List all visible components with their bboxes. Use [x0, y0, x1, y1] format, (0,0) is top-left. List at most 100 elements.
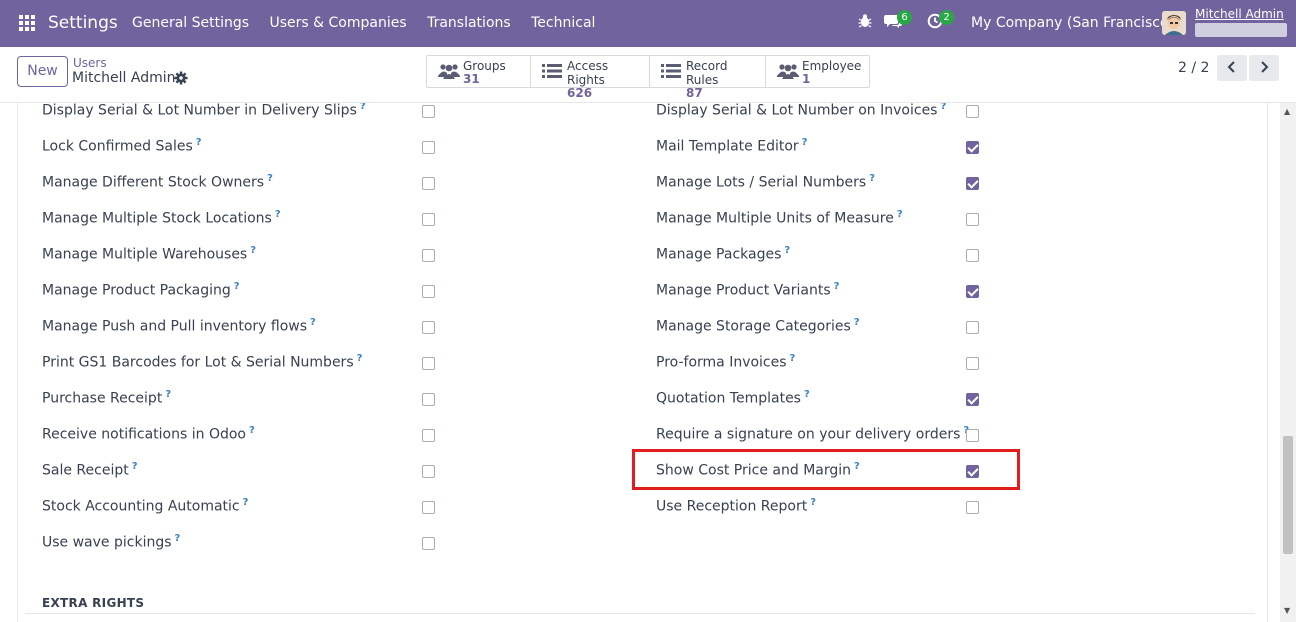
field-label-text: Manage Push and Pull inventory flows	[42, 318, 308, 335]
help-tooltip-icon[interactable]: ?	[802, 137, 808, 148]
user-name-link[interactable]: Mitchell Admin	[1195, 7, 1284, 21]
field-checkbox[interactable]	[422, 501, 435, 514]
highlight-box	[632, 449, 1020, 490]
new-button[interactable]: New	[17, 56, 68, 87]
pager-next-button[interactable]	[1249, 55, 1279, 81]
help-tooltip-icon[interactable]: ?	[310, 317, 316, 328]
field-checkbox[interactable]	[966, 357, 979, 370]
field-checkbox[interactable]	[966, 105, 979, 118]
help-tooltip-icon[interactable]: ?	[249, 425, 255, 436]
field-checkbox[interactable]	[422, 393, 435, 406]
gear-icon[interactable]	[174, 71, 188, 85]
field-label-text: Print GS1 Barcodes for Lot & Serial Numb…	[42, 354, 354, 371]
help-tooltip-icon[interactable]: ?	[869, 173, 875, 184]
field-checkbox[interactable]	[966, 177, 979, 190]
field-label: Manage Product Variants?	[656, 281, 839, 301]
field-checkbox[interactable]	[966, 213, 979, 226]
field-checkbox[interactable]	[422, 213, 435, 226]
field-checkbox[interactable]	[966, 501, 979, 514]
field-label-text: Quotation Templates	[656, 390, 801, 407]
smart-buttons: Groups 31 Access Rights 626 Record Rules…	[426, 55, 870, 100]
employee-label: Employee	[802, 59, 862, 73]
field-label: Use wave pickings?	[42, 533, 180, 553]
field-checkbox[interactable]	[422, 357, 435, 370]
field-checkbox[interactable]	[422, 249, 435, 262]
field-checkbox[interactable]	[966, 285, 979, 298]
help-tooltip-icon[interactable]: ?	[250, 245, 256, 256]
field-label: Manage Multiple Units of Measure?	[656, 209, 903, 229]
help-tooltip-icon[interactable]: ?	[275, 209, 281, 220]
field-checkbox[interactable]	[966, 321, 979, 334]
help-tooltip-icon[interactable]: ?	[234, 281, 240, 292]
field-checkbox[interactable]	[966, 249, 979, 262]
field-label: Manage Product Packaging?	[42, 281, 240, 301]
field-checkbox[interactable]	[422, 321, 435, 334]
help-tooltip-icon[interactable]: ?	[196, 137, 202, 148]
help-tooltip-icon[interactable]: ?	[784, 245, 790, 256]
field-label: Manage Storage Categories?	[656, 317, 860, 337]
help-tooltip-icon[interactable]: ?	[175, 533, 181, 544]
field-checkbox[interactable]	[422, 141, 435, 154]
user-avatar[interactable]	[1162, 11, 1186, 35]
field-label: Manage Packages?	[656, 245, 790, 265]
field-checkbox[interactable]	[422, 285, 435, 298]
field-checkbox[interactable]	[966, 393, 979, 406]
company-switcher[interactable]: My Company (San Francisco)	[971, 15, 1174, 31]
help-tooltip-icon[interactable]: ?	[357, 353, 363, 364]
field-checkbox[interactable]	[422, 537, 435, 550]
field-label: Pro-forma Invoices?	[656, 353, 795, 373]
field-label: Print GS1 Barcodes for Lot & Serial Numb…	[42, 353, 362, 373]
breadcrumb-users-link[interactable]: Users	[73, 56, 107, 70]
help-tooltip-icon[interactable]: ?	[940, 103, 946, 112]
help-tooltip-icon[interactable]: ?	[267, 173, 273, 184]
help-tooltip-icon[interactable]: ?	[243, 497, 249, 508]
field-checkbox[interactable]	[422, 105, 435, 118]
help-tooltip-icon[interactable]: ?	[804, 389, 810, 400]
field-label-text: Require a signature on your delivery ord…	[656, 426, 961, 443]
field-label: Manage Multiple Warehouses?	[42, 245, 256, 265]
scroll-down-arrow-icon[interactable]: ▼	[1284, 606, 1290, 615]
help-tooltip-icon[interactable]: ?	[132, 461, 138, 472]
field-label: Receive notifications in Odoo?	[42, 425, 255, 445]
vertical-scrollbar[interactable]: ▲ ▼	[1280, 103, 1296, 622]
access-rights-smart-button[interactable]: Access Rights 626	[531, 56, 650, 100]
scrollbar-thumb[interactable]	[1283, 436, 1293, 554]
help-tooltip-icon[interactable]: ?	[790, 353, 796, 364]
menu-users-companies[interactable]: Users & Companies	[270, 15, 407, 31]
menu-technical[interactable]: Technical	[531, 15, 595, 31]
access-rights-count: 626	[567, 86, 593, 100]
field-label: Manage Lots / Serial Numbers?	[656, 173, 875, 193]
field-checkbox[interactable]	[966, 429, 979, 442]
help-tooltip-icon[interactable]: ?	[810, 497, 816, 508]
field-checkbox[interactable]	[422, 465, 435, 478]
field-checkbox[interactable]	[966, 141, 979, 154]
field-label-text: Mail Template Editor	[656, 138, 799, 155]
employee-smart-button[interactable]: Employee 1	[766, 56, 869, 87]
employee-count: 1	[802, 72, 811, 86]
activities-badge: 2	[939, 10, 954, 25]
menu-general-settings[interactable]: General Settings	[132, 15, 249, 31]
pager-previous-button[interactable]	[1217, 55, 1247, 81]
field-checkbox[interactable]	[422, 429, 435, 442]
field-checkbox[interactable]	[422, 177, 435, 190]
access-rights-label: Access Rights	[567, 59, 609, 87]
record-rules-smart-button[interactable]: Record Rules 87	[650, 56, 766, 100]
help-tooltip-icon[interactable]: ?	[834, 281, 840, 292]
form-content: Display Serial & Lot Number in Delivery …	[0, 103, 1280, 622]
groups-label: Groups	[463, 59, 506, 73]
bug-icon[interactable]	[858, 13, 878, 33]
scroll-up-arrow-icon[interactable]: ▲	[1284, 107, 1290, 116]
help-tooltip-icon[interactable]: ?	[165, 389, 171, 400]
control-panel: New Users Mitchell Admin Groups 31 Acces…	[0, 47, 1296, 103]
field-label-text: Manage Storage Categories	[656, 318, 851, 335]
help-tooltip-icon[interactable]: ?	[360, 103, 366, 112]
field-label-text: Display Serial & Lot Number on Invoices	[656, 103, 938, 119]
help-tooltip-icon[interactable]: ?	[897, 209, 903, 220]
app-title[interactable]: Settings	[48, 13, 118, 33]
help-tooltip-icon[interactable]: ?	[854, 317, 860, 328]
pager-value[interactable]: 2 / 2	[1178, 60, 1209, 76]
field-label: Sale Receipt?	[42, 461, 138, 481]
apps-menu-icon[interactable]	[19, 15, 35, 31]
groups-smart-button[interactable]: Groups 31	[427, 56, 531, 87]
menu-translations[interactable]: Translations	[427, 15, 511, 31]
